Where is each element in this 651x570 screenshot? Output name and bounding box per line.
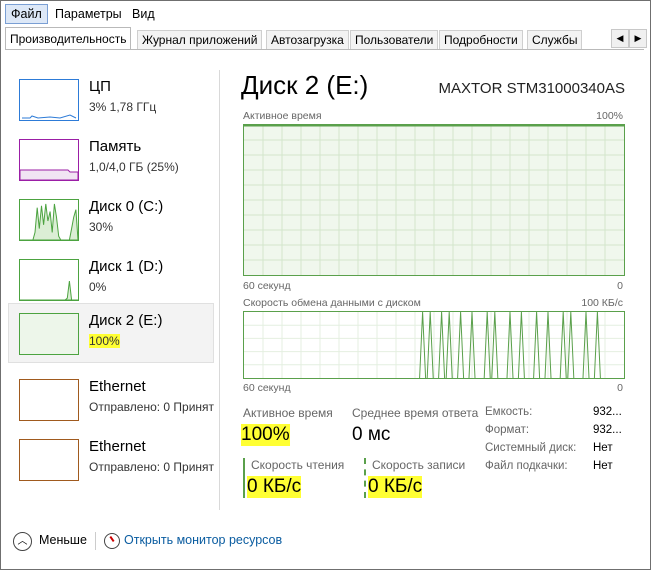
sidebar-item-disk0[interactable]: Диск 0 (C:) 30% — [9, 190, 213, 248]
tab-scroll-right-icon[interactable]: ▶ — [629, 29, 647, 48]
transfer-spike — [533, 312, 541, 378]
tab-users[interactable]: Пользователи — [350, 30, 439, 49]
menu-options[interactable]: Параметры — [50, 5, 127, 23]
tab-services[interactable]: Службы — [527, 30, 583, 49]
write-speed-label: Скорость записи — [372, 458, 466, 472]
sidebar-item-label: Ethernet — [89, 378, 146, 395]
transfer-rate-graph — [243, 311, 625, 379]
transfer-spike — [517, 312, 525, 378]
sidebar-item-label: Память — [89, 138, 142, 155]
sidebar-item-cpu[interactable]: ЦП 3% 1,78 ГГц — [9, 70, 213, 128]
transfer-spike — [593, 312, 601, 378]
sidebar-item-ethernet-1[interactable]: Ethernet Отправлено: 0 Принят — [9, 370, 215, 428]
transfer-spike — [483, 312, 491, 378]
active-time-graph-label: Активное время — [243, 110, 322, 122]
disk-detail-panel: Диск 2 (E:) MAXTOR STM31000340AS Активно… — [241, 50, 641, 520]
transfer-rate-graph-max: 100 КБ/с — [581, 297, 623, 309]
menu-view[interactable]: Вид — [127, 5, 160, 23]
read-speed-bar — [243, 458, 245, 498]
open-resource-monitor-link[interactable]: Открыть монитор ресурсов — [124, 533, 282, 547]
transfer-spike — [419, 312, 427, 378]
active-time-label: Активное время — [243, 406, 333, 420]
transfer-rate-graph-min: 0 — [617, 382, 623, 394]
response-time-value: 0 мс — [352, 424, 391, 445]
sidebar-item-disk2[interactable]: Диск 2 (E:) 100% — [8, 303, 214, 363]
tab-bar: Производительность Журнал приложений Авт… — [1, 27, 650, 50]
sidebar-item-label: Диск 1 (D:) — [89, 258, 164, 275]
sidebar-item-disk1[interactable]: Диск 1 (D:) 0% — [9, 250, 213, 308]
capacity-label: Емкость: — [485, 406, 533, 418]
system-disk-label: Системный диск: — [485, 442, 577, 454]
tab-startup[interactable]: Автозагрузка — [266, 30, 349, 49]
active-time-graph-time: 60 секунд — [243, 280, 291, 292]
sidebar-item-value: 1,0/4,0 ГБ (25%) — [89, 160, 179, 174]
write-speed-bar — [364, 458, 366, 498]
menu-file[interactable]: Файл — [5, 4, 48, 24]
transfer-spike — [438, 312, 446, 378]
disk1-thumbnail — [19, 259, 79, 301]
sidebar-item-value: Отправлено: 0 Принят — [89, 460, 215, 474]
active-time-graph-max: 100% — [596, 110, 623, 122]
transfer-rate-graph-time: 60 секунд — [243, 382, 291, 394]
tab-details[interactable]: Подробности — [439, 30, 523, 49]
sidebar-item-memory[interactable]: Память 1,0/4,0 ГБ (25%) — [9, 130, 213, 188]
sidebar-item-label: Ethernet — [89, 438, 146, 455]
transfer-rate-graph-label: Скорость обмена данными с диском — [243, 297, 421, 309]
sidebar-divider — [219, 70, 220, 510]
memory-thumbnail — [19, 139, 79, 181]
response-time-label: Среднее время ответа — [352, 406, 479, 420]
disk-model: MAXTOR STM31000340AS — [438, 80, 625, 97]
tab-scroll-left-icon[interactable]: ◀ — [611, 29, 629, 48]
resource-sidebar: ЦП 3% 1,78 ГГц Память 1,0/4,0 ГБ (25%) Д… — [5, 58, 215, 513]
transfer-spike — [457, 312, 465, 378]
sidebar-item-value: 100% — [89, 334, 120, 348]
cpu-thumbnail — [19, 79, 79, 121]
write-speed-value: 0 КБ/с — [368, 476, 423, 498]
system-disk-value: Нет — [593, 442, 613, 454]
transfer-spike — [491, 312, 499, 378]
disk0-thumbnail — [19, 199, 79, 241]
footer-separator — [95, 532, 96, 550]
sidebar-item-label: ЦП — [89, 78, 111, 95]
sidebar-item-value: Отправлено: 0 Принят — [89, 400, 215, 414]
tab-app-history[interactable]: Журнал приложений — [137, 30, 263, 49]
sidebar-item-label: Диск 2 (E:) — [89, 312, 163, 329]
page-file-value: Нет — [593, 460, 613, 472]
menu-bar: Файл Параметры Вид — [1, 1, 650, 27]
resource-monitor-icon — [104, 533, 120, 549]
page-file-label: Файл подкачки: — [485, 460, 568, 472]
page-title: Диск 2 (E:) — [241, 70, 369, 100]
chevron-up-icon[interactable]: ︿ — [13, 532, 32, 551]
disk2-thumbnail — [19, 313, 79, 355]
activity-sparkline — [20, 203, 78, 240]
sidebar-item-value: 3% 1,78 ГГц — [89, 100, 157, 114]
transfer-spike — [567, 312, 575, 378]
active-time-value: 100% — [241, 424, 290, 446]
sidebar-item-label: Диск 0 (C:) — [89, 198, 164, 215]
read-speed-value: 0 КБ/с — [247, 476, 302, 498]
footer-bar: ︿ Меньше Открыть монитор ресурсов — [1, 521, 650, 567]
tab-performance[interactable]: Производительность — [5, 27, 132, 50]
sidebar-item-value: 0% — [89, 280, 107, 294]
transfer-spike — [426, 312, 434, 378]
capacity-value: 932... — [593, 406, 622, 418]
format-value: 932... — [593, 424, 622, 436]
sidebar-item-ethernet-2[interactable]: Ethernet Отправлено: 0 Принят — [9, 430, 215, 488]
active-time-graph — [243, 124, 625, 276]
format-label: Формат: — [485, 424, 530, 436]
transfer-spike — [445, 312, 453, 378]
fewer-details-button[interactable]: Меньше — [39, 533, 87, 547]
transfer-spike — [559, 312, 567, 378]
active-time-level-line — [244, 125, 624, 127]
ethernet-thumbnail — [19, 379, 79, 421]
task-manager-window: Файл Параметры Вид Производительность Жу… — [0, 0, 651, 570]
performance-panel: ЦП 3% 1,78 ГГц Память 1,0/4,0 ГБ (25%) Д… — [5, 49, 644, 520]
ethernet-thumbnail — [19, 439, 79, 481]
read-speed-label: Скорость чтения — [251, 458, 345, 472]
activity-sparkline — [20, 280, 78, 300]
sidebar-item-value: 30% — [89, 220, 114, 234]
active-time-graph-min: 0 — [617, 280, 623, 292]
